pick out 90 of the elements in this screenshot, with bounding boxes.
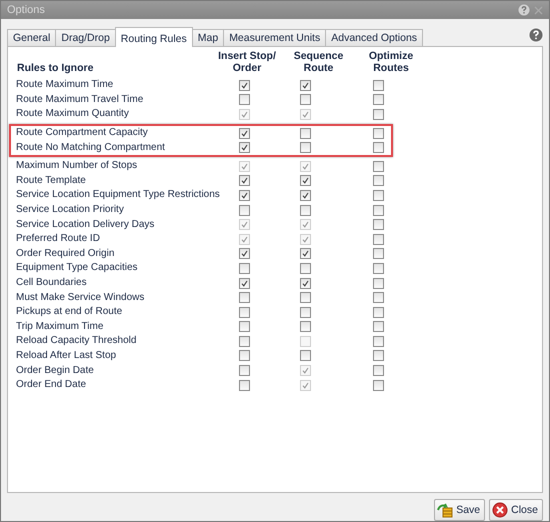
checkbox[interactable] <box>372 365 384 376</box>
column-header: Insert Stop/ Order <box>217 50 277 74</box>
rule-label: Preferred Route ID <box>15 232 101 246</box>
rule-label: Service Location Delivery Days <box>15 218 156 232</box>
checkbox[interactable] <box>300 306 311 318</box>
checkbox[interactable] <box>238 128 250 139</box>
checkbox[interactable] <box>238 365 250 376</box>
checkbox[interactable] <box>300 128 311 139</box>
checkbox[interactable] <box>372 234 384 245</box>
checkbox[interactable] <box>300 350 311 362</box>
rule-label: Pickups at end of Route <box>15 305 124 320</box>
tab[interactable]: Routing Rules <box>114 27 193 47</box>
checkbox[interactable] <box>300 175 311 186</box>
tab[interactable]: General <box>7 29 56 46</box>
help-icon[interactable] <box>529 28 543 42</box>
checkbox[interactable] <box>372 108 384 120</box>
tab[interactable]: Drag/Drop <box>55 29 116 46</box>
tab[interactable]: Map <box>192 29 224 46</box>
tab[interactable]: Measurement Units <box>223 29 326 46</box>
checkbox[interactable] <box>300 248 311 260</box>
checkbox[interactable] <box>372 350 384 362</box>
checkbox[interactable] <box>300 142 311 154</box>
checkbox[interactable] <box>372 278 384 289</box>
checkbox[interactable] <box>238 262 250 274</box>
checkbox[interactable] <box>372 306 384 318</box>
checkbox[interactable] <box>372 175 384 186</box>
checkbox[interactable] <box>372 128 384 139</box>
checkbox[interactable] <box>372 190 384 201</box>
checkbox[interactable] <box>238 204 250 216</box>
checkbox[interactable] <box>238 142 250 154</box>
checkbox[interactable] <box>238 278 250 289</box>
close-icon <box>492 502 508 518</box>
checkbox[interactable] <box>372 262 384 274</box>
save-icon <box>437 502 454 518</box>
checkbox[interactable] <box>372 292 384 304</box>
rule-label: Maximum Number of Stops <box>15 159 138 174</box>
rule-label: Reload Capacity Threshold <box>15 334 138 348</box>
checkbox[interactable] <box>300 80 311 91</box>
checkbox[interactable] <box>372 94 384 106</box>
checkbox[interactable] <box>238 248 250 260</box>
checkbox[interactable] <box>300 94 311 106</box>
checkbox[interactable] <box>372 204 384 216</box>
window-title: Options <box>7 4 46 16</box>
rule-label: Route No Matching Compartment <box>15 140 166 155</box>
checkbox[interactable] <box>372 248 384 260</box>
rule-label: Route Maximum Travel Time <box>15 92 144 107</box>
checkbox[interactable] <box>300 292 311 304</box>
checkbox[interactable] <box>372 142 384 154</box>
rule-label: Equipment Type Capacities <box>15 261 139 276</box>
checkbox[interactable] <box>238 306 250 318</box>
checkbox[interactable] <box>238 94 250 106</box>
checkbox[interactable] <box>300 204 311 216</box>
tab[interactable]: Advanced Options <box>325 29 424 46</box>
rule-label: Reload After Last Stop <box>15 348 118 363</box>
checkbox[interactable] <box>372 160 384 172</box>
rule-label: Route Maximum Time <box>15 78 114 92</box>
rule-label: Order Begin Date <box>15 364 95 378</box>
help-icon[interactable] <box>518 4 530 16</box>
checkbox[interactable] <box>238 175 250 186</box>
checkbox[interactable] <box>238 350 250 362</box>
rule-label: Route Compartment Capacity <box>15 126 149 140</box>
close-button[interactable]: Close <box>489 499 543 521</box>
checkbox[interactable] <box>372 219 384 230</box>
checkbox[interactable] <box>238 336 250 347</box>
rule-label: Must Make Service Windows <box>15 290 146 305</box>
checkbox[interactable] <box>300 262 311 274</box>
rule-label: Route Template <box>15 174 87 188</box>
rule-label: Trip Maximum Time <box>15 320 104 334</box>
checkbox[interactable] <box>238 380 250 391</box>
checkbox[interactable] <box>300 321 311 332</box>
checkbox[interactable] <box>238 190 250 201</box>
checkbox[interactable] <box>372 80 384 91</box>
rule-label: Order Required Origin <box>15 246 116 261</box>
checkbox[interactable] <box>372 321 384 332</box>
rule-label: Cell Boundaries <box>15 276 88 290</box>
rule-label: Service Location Priority <box>15 203 125 218</box>
checkbox[interactable] <box>238 292 250 304</box>
checkbox[interactable] <box>300 190 311 201</box>
rule-label: Service Location Equipment Type Restrictions <box>15 188 219 202</box>
rule-label: Route Maximum Quantity <box>15 107 130 122</box>
column-header: Sequence Route <box>292 50 344 74</box>
checkbox[interactable] <box>238 80 250 91</box>
save-button[interactable]: Save <box>434 499 486 521</box>
checkbox[interactable] <box>300 278 311 289</box>
column-header: Rules to Ignore <box>16 62 94 74</box>
checkbox[interactable] <box>238 321 250 332</box>
checkbox[interactable] <box>372 380 384 391</box>
checkbox[interactable] <box>372 336 384 347</box>
rule-label: Order End Date <box>15 378 88 392</box>
column-header: Optimize Routes <box>368 50 414 74</box>
